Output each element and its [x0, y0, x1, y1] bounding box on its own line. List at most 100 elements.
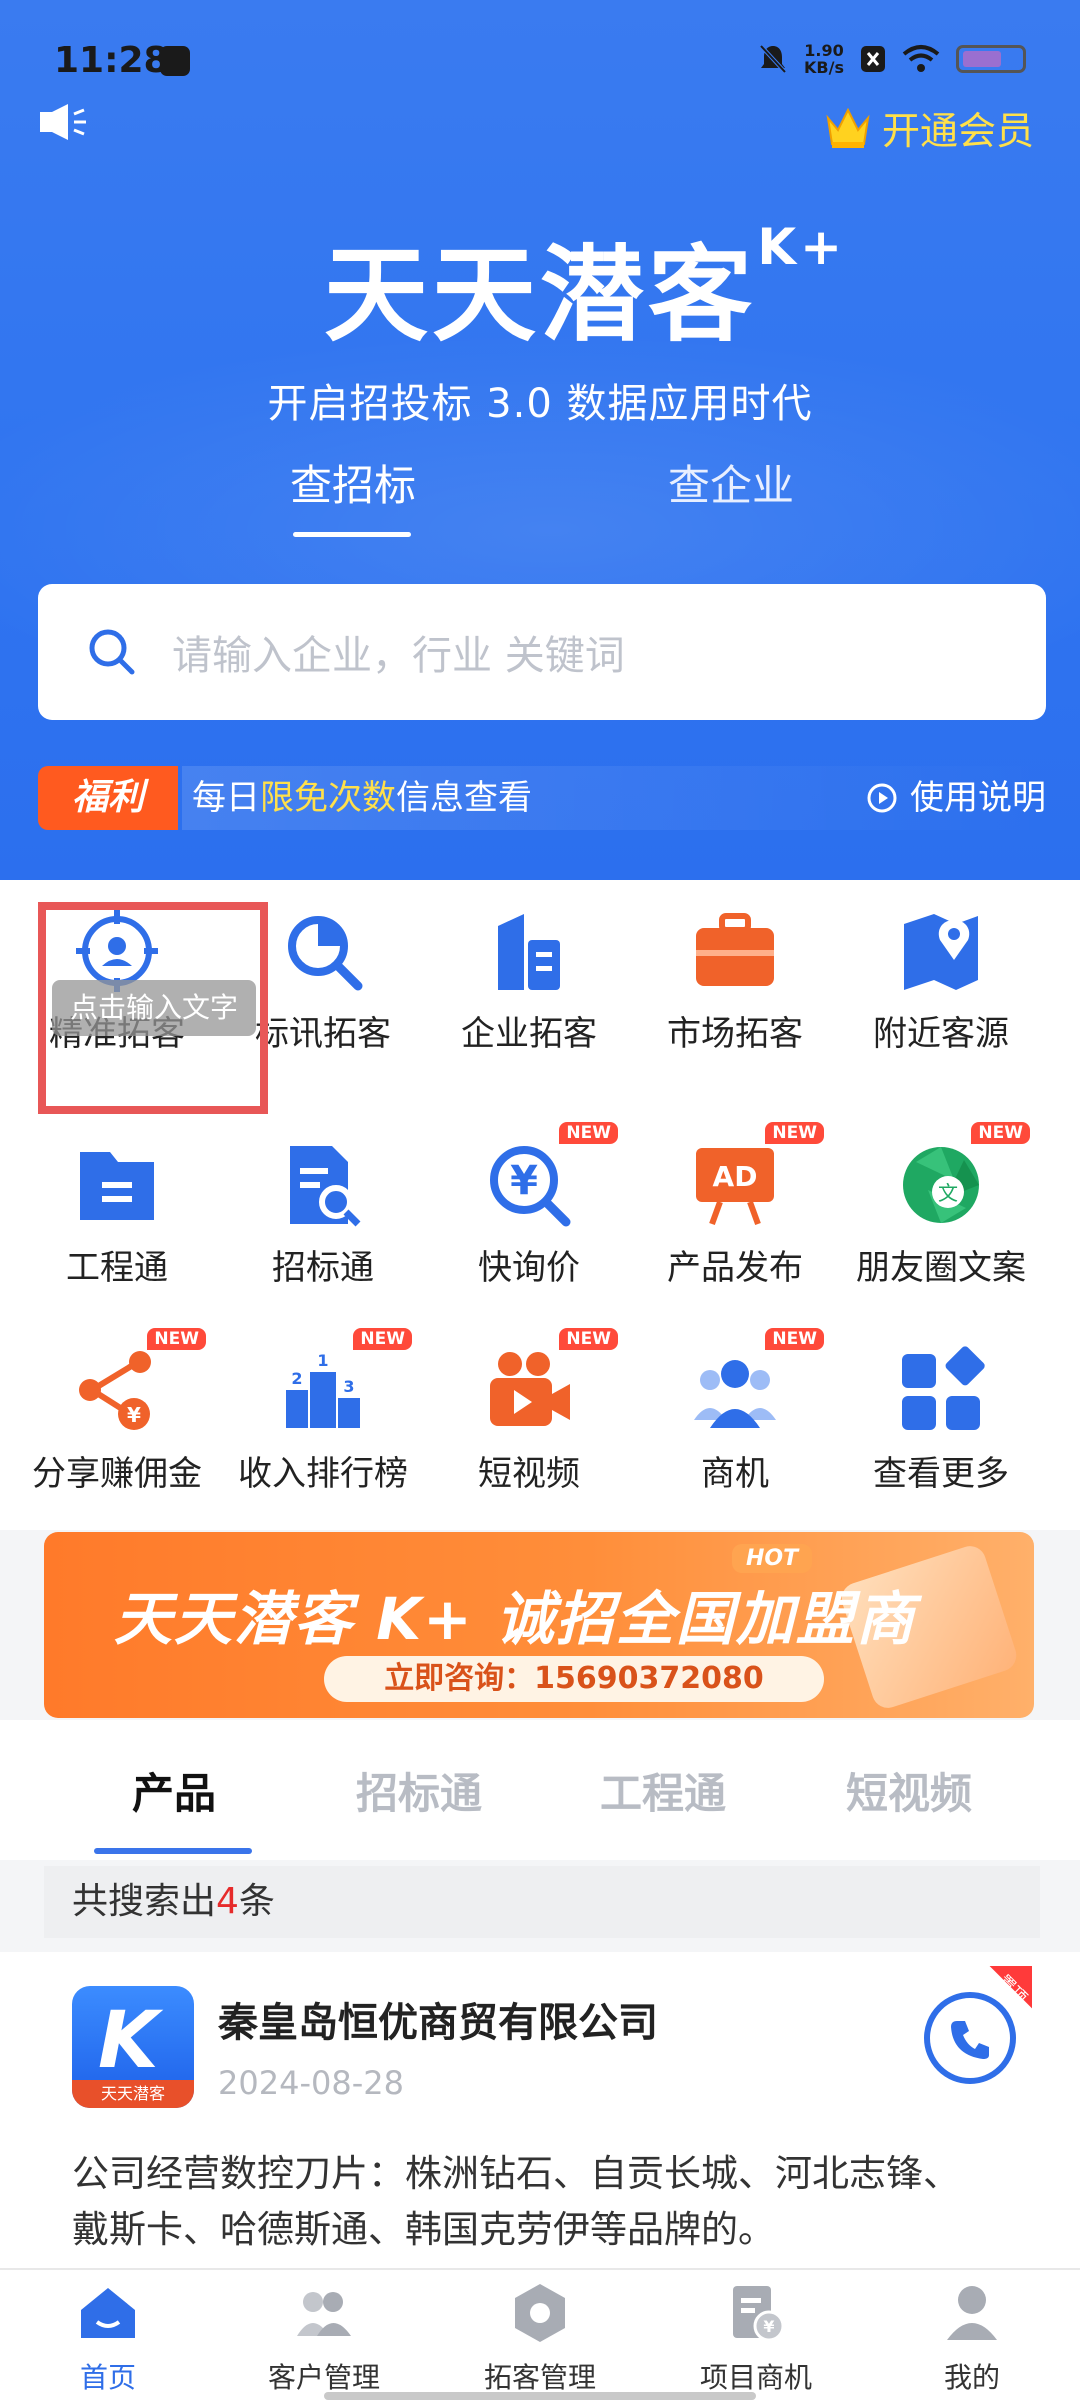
grid-item-engineering[interactable]: 工程通: [14, 1140, 220, 1289]
nav-home[interactable]: 首页: [0, 2280, 216, 2396]
new-badge: NEW: [353, 1328, 412, 1350]
yuan-search-icon: ¥: [490, 1146, 571, 1227]
grid-label: 附近客源: [873, 1014, 1009, 1054]
ico-wrap: NEW: [690, 1328, 824, 1436]
ico-wrap: NEW: [484, 1328, 618, 1436]
grid-item-company-prospecting[interactable]: 企业拓客: [426, 906, 632, 1055]
post-date: 2024-08-28: [218, 2064, 404, 2102]
grid-label: 企业拓客: [461, 1014, 597, 1054]
grid-label: 分享赚佣金: [32, 1454, 202, 1494]
brand-subtitle: 开启招投标 3.0 数据应用时代: [267, 381, 813, 427]
svg-text:文: 文: [938, 1181, 958, 1205]
svg-text:¥: ¥: [127, 1403, 141, 1427]
tab-tender[interactable]: 查招标: [290, 452, 416, 513]
svg-text:1: 1: [317, 1351, 328, 1370]
home-indicator[interactable]: [324, 2392, 756, 2400]
search-placeholder[interactable]: 请输入企业，行业 关键词: [172, 623, 625, 681]
customers-icon: [297, 2292, 351, 2336]
promo-strip[interactable]: 福利 每日限免次数信息查看 使用说明: [38, 766, 1046, 830]
nav-prospecting-management[interactable]: 拓客管理: [432, 2280, 648, 2396]
nav-label: 拓客管理: [483, 2361, 596, 2394]
briefcase-icon: [696, 913, 774, 986]
notification-app-icon: [160, 46, 190, 76]
company-description: 公司经营数控刀片：株洲钻石、自贡长城、河北志锋、戴斯卡、哈德斯通、韩国克劳伊等品…: [72, 2152, 960, 2251]
bell-muted-icon: [759, 44, 787, 74]
franchise-banner[interactable]: HOT 天天潜客 K+ 诚招全国加盟商 立即咨询：15690372080: [44, 1532, 1034, 1718]
input-text-tooltip: 点击输入文字: [52, 980, 256, 1036]
tab-active-underline: [94, 1848, 252, 1854]
grid-label: 短视频: [478, 1454, 580, 1494]
grid-item-business-opportunity[interactable]: NEW 商机: [632, 1328, 838, 1495]
new-badge: NEW: [559, 1122, 618, 1144]
ico-wrap: ¥ NEW: [484, 1122, 618, 1230]
svg-text:3: 3: [343, 1377, 354, 1396]
speed-value: 1.90: [804, 41, 844, 60]
search-mode-tabs: 查招标 查企业: [0, 452, 1080, 542]
grid-item-moments-copy[interactable]: 文 NEW 朋友圈文案: [838, 1122, 1044, 1289]
svg-text:¥: ¥: [510, 1158, 538, 1204]
brand: 天天潜客 K+ 开启招投标 3.0 数据应用时代: [0, 210, 1080, 429]
tab-company[interactable]: 查企业: [668, 452, 794, 513]
result-count: 共搜索出4条: [44, 1866, 1040, 1938]
help-link[interactable]: 使用说明: [866, 766, 1046, 830]
ad-board-icon: AD: [696, 1148, 774, 1226]
home-icon: [81, 2288, 135, 2338]
header: 11:28 1.90 KB/s 开通会员 天天潜客 K+ 开启招投标 3.0 数…: [0, 0, 1080, 880]
grid-item-nearby-clients[interactable]: 附近客源: [838, 906, 1044, 1055]
search-bar[interactable]: 请输入企业，行业 关键词: [38, 584, 1046, 720]
ico-wrap: [896, 1346, 986, 1436]
grid-label: 朋友圈文案: [856, 1248, 1026, 1288]
nav-label: 我的: [943, 2361, 1000, 2394]
nav-label: 客户管理: [267, 2361, 380, 2394]
svg-text:2: 2: [291, 1369, 302, 1388]
pinned-tag-text: 置顶: [994, 1971, 1031, 2008]
vip-button[interactable]: 开通会员: [824, 100, 1034, 155]
tab-tender-pass[interactable]: 招标通: [356, 1760, 482, 1821]
project-doc-icon: ¥: [733, 2286, 785, 2342]
grid-item-income-ranking[interactable]: 1 2 3 NEW 收入排行榜: [220, 1328, 426, 1495]
grid-label: 工程通: [66, 1248, 168, 1288]
tab-product[interactable]: 产品: [132, 1760, 216, 1821]
result-card[interactable]: K 天天潜客 秦皇岛恒优商贸有限公司 2024-08-28 置顶 公司经营数控刀…: [0, 1952, 1080, 2270]
svg-text:¥: ¥: [763, 2317, 774, 2336]
new-badge: NEW: [559, 1328, 618, 1350]
count-suffix: 条: [238, 1881, 275, 1922]
promo-text-post: 信息查看: [396, 778, 532, 818]
map-pin-icon: [904, 914, 978, 990]
new-badge: NEW: [765, 1328, 824, 1350]
nav-project-opportunity[interactable]: ¥ 项目商机: [648, 2280, 864, 2396]
svg-text:AD: AD: [713, 1160, 758, 1193]
banner-phone[interactable]: 立即咨询：15690372080: [324, 1656, 824, 1702]
nav-label: 项目商机: [699, 2361, 812, 2394]
nav-mine[interactable]: 我的: [864, 2280, 1080, 2396]
tab-underline: [293, 532, 411, 537]
nav-customer-management[interactable]: 客户管理: [216, 2280, 432, 2396]
grid-item-see-more[interactable]: 查看更多: [838, 1346, 1044, 1495]
speaker-icon[interactable]: [38, 102, 88, 142]
ico-wrap: 1 2 3 NEW: [278, 1328, 412, 1436]
ico-wrap: [690, 906, 780, 996]
brand-sup: K+: [757, 218, 846, 276]
grid-item-product-publish[interactable]: AD NEW 产品发布: [632, 1122, 838, 1289]
grid-item-tender[interactable]: 招标通: [220, 1140, 426, 1289]
ico-wrap: 文 NEW: [896, 1122, 1030, 1230]
grid-item-market-prospecting[interactable]: 市场拓客: [632, 906, 838, 1055]
grid-label: 市场拓客: [667, 1014, 803, 1054]
banner-title: 天天潜客 K+ 诚招全国加盟商: [114, 1585, 916, 1653]
count-prefix: 共搜索出: [72, 1881, 217, 1922]
tab-short-video[interactable]: 短视频: [846, 1760, 972, 1821]
new-badge: NEW: [147, 1328, 206, 1350]
tab-engineering-pass[interactable]: 工程通: [600, 1760, 726, 1821]
search-pie-icon: [288, 916, 363, 991]
ico-wrap: [896, 906, 986, 996]
ico-wrap: [278, 906, 368, 996]
grid-item-share-commission[interactable]: ¥ NEW 分享赚佣金: [14, 1328, 220, 1495]
grid-label: 产品发布: [667, 1248, 803, 1288]
grid-item-short-video[interactable]: NEW 短视频: [426, 1328, 632, 1495]
grid-item-quick-quote[interactable]: ¥ NEW 快询价: [426, 1122, 632, 1289]
speed-unit: KB/s: [804, 58, 844, 77]
hexagon-icon: [515, 2284, 565, 2342]
logo-letter: K: [98, 1996, 159, 2086]
logo-text: 天天潜客: [72, 2080, 194, 2108]
folder-icon: [80, 1152, 154, 1220]
